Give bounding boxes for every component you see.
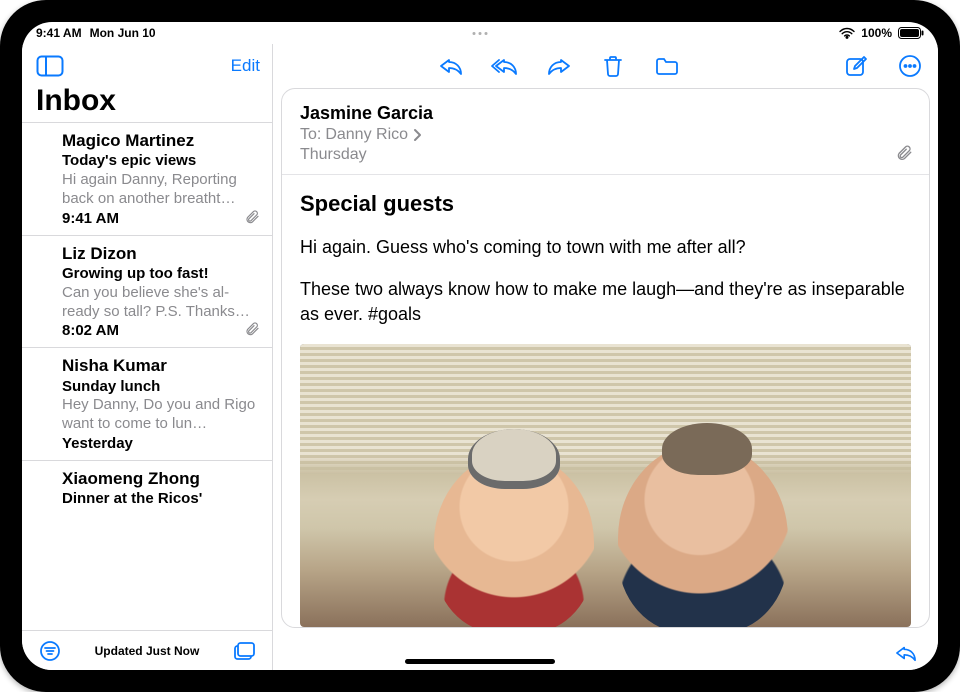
- message-time: 8:02 AM: [62, 322, 260, 339]
- message-subject: Growing up too fast!: [62, 265, 260, 284]
- content-pane: Jasmine Garcia To: Danny Rico Thursday: [273, 44, 938, 670]
- multitask-handle-icon[interactable]: [473, 32, 488, 35]
- paperclip-icon: [244, 321, 260, 337]
- home-indicator[interactable]: [405, 659, 555, 664]
- wifi-icon: [839, 27, 855, 39]
- message-list[interactable]: Magico Martinez Today's epic views Hi ag…: [22, 122, 272, 630]
- more-icon: [898, 54, 922, 78]
- mail-from: Jasmine Garcia: [300, 103, 913, 124]
- trash-icon: [602, 54, 624, 78]
- sidebar: Edit Inbox Magico Martinez Today's epic …: [22, 44, 273, 670]
- move-button[interactable]: [649, 51, 685, 81]
- mail-card: Jasmine Garcia To: Danny Rico Thursday: [281, 88, 930, 628]
- edit-button[interactable]: Edit: [231, 56, 260, 76]
- sidebar-toggle-icon: [36, 55, 64, 77]
- paperclip-icon: [244, 209, 260, 225]
- message-preview: Hey Danny, Do you and Rigo want to come …: [62, 396, 260, 434]
- photo-person: [618, 443, 788, 627]
- photo-person: [434, 453, 594, 627]
- inbox-title: Inbox: [22, 84, 272, 122]
- mail-body[interactable]: Special guests Hi again. Guess who's com…: [282, 175, 929, 627]
- message-sender: Magico Martinez: [62, 131, 260, 151]
- message-sender: Nisha Kumar: [62, 356, 260, 376]
- message-subject: Today's epic views: [62, 152, 260, 171]
- filter-icon: [38, 639, 62, 663]
- folder-icon: [654, 55, 680, 77]
- mail-paragraph: These two always know how to make me lau…: [300, 277, 911, 326]
- more-button[interactable]: [892, 51, 928, 81]
- message-time: 9:41 AM: [62, 210, 260, 227]
- sidebar-toggle-button[interactable]: [32, 51, 68, 81]
- mail-paragraph: Hi again. Guess who's coming to town wit…: [300, 235, 911, 259]
- sidebar-footer: Updated Just Now: [22, 630, 272, 670]
- forward-button[interactable]: [541, 51, 577, 81]
- message-subject: Sunday lunch: [62, 378, 260, 397]
- message-preview: Hi again Danny, Reporting back on anothe…: [62, 171, 260, 209]
- sync-status: Updated Just Now: [68, 644, 226, 658]
- mail-attachment-image[interactable]: [300, 344, 911, 627]
- battery-percent: 100%: [861, 26, 892, 40]
- reply-all-button[interactable]: [487, 51, 523, 81]
- list-item[interactable]: Nisha Kumar Sunday lunch Hey Danny, Do y…: [22, 348, 272, 461]
- compose-button[interactable]: [838, 51, 874, 81]
- ipad-frame: 9:41 AM Mon Jun 10 100% Ed: [0, 0, 960, 692]
- reply-icon: [438, 55, 464, 77]
- paperclip-icon: [895, 144, 913, 162]
- message-subject: Dinner at the Ricos': [62, 490, 260, 509]
- content-footer: [273, 636, 938, 670]
- mailboxes-button[interactable]: [226, 636, 262, 666]
- status-time: 9:41 AM: [36, 26, 82, 40]
- reply-all-icon: [490, 55, 520, 77]
- list-item[interactable]: Liz Dizon Growing up too fast! Can you b…: [22, 236, 272, 349]
- compose-icon: [844, 54, 868, 78]
- mail-header[interactable]: Jasmine Garcia To: Danny Rico Thursday: [282, 89, 929, 175]
- trash-button[interactable]: [595, 51, 631, 81]
- toolbar: [273, 44, 938, 88]
- status-bar: 9:41 AM Mon Jun 10 100%: [22, 22, 938, 44]
- reply-button-footer[interactable]: [888, 638, 924, 668]
- message-sender: Xiaomeng Zhong: [62, 469, 260, 489]
- list-item[interactable]: Magico Martinez Today's epic views Hi ag…: [22, 123, 272, 236]
- mail-date: Thursday: [300, 146, 913, 164]
- message-preview: Can you believe she's al-ready so tall? …: [62, 284, 260, 322]
- message-time: Yesterday: [62, 435, 260, 452]
- filter-button[interactable]: [32, 636, 68, 666]
- status-date: Mon Jun 10: [90, 26, 156, 40]
- mail-to-line[interactable]: To: Danny Rico: [300, 126, 913, 144]
- forward-icon: [546, 55, 572, 77]
- list-item[interactable]: Xiaomeng Zhong Dinner at the Ricos': [22, 461, 272, 517]
- message-sender: Liz Dizon: [62, 244, 260, 264]
- reply-button[interactable]: [433, 51, 469, 81]
- mail-to-name: Danny Rico: [325, 126, 408, 144]
- chevron-right-icon: [412, 128, 422, 142]
- mailboxes-icon: [232, 640, 256, 662]
- mail-subject: Special guests: [300, 191, 911, 217]
- battery-icon: [898, 27, 924, 39]
- reply-icon: [894, 643, 918, 663]
- screen: 9:41 AM Mon Jun 10 100% Ed: [22, 22, 938, 670]
- mail-to-label: To:: [300, 126, 321, 144]
